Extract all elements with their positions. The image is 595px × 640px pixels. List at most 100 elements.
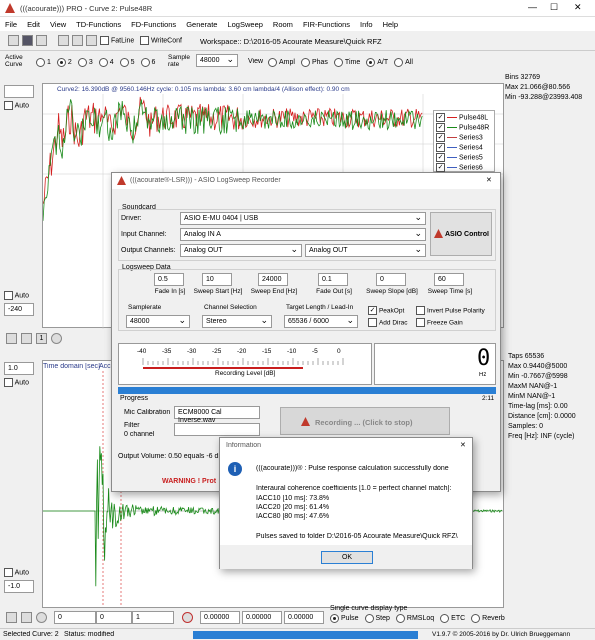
view-radio-a-t[interactable]: A/T [366,58,388,67]
range-mid-field[interactable]: 0 [96,611,132,624]
zoom-in-icon-bottom[interactable] [6,612,17,623]
right-bottom-info: Taps 65536 Max 0.9440@5000 Min -0.7667@5… [508,353,576,440]
mic-calibration-field[interactable]: ECM8000 Cal Inverse.wav [174,406,260,424]
reset-icon[interactable] [182,612,193,623]
sweep-param-field[interactable]: 24000 [258,273,288,286]
minimize-button[interactable]: — [528,2,537,12]
auto-checkbox-bottom[interactable]: Auto [4,378,29,387]
auto-checkbox-top[interactable]: Auto [4,101,29,110]
input-channel-label: Input Channel: [121,231,167,238]
delete-icon[interactable] [58,35,69,46]
menu-item-edit[interactable]: Edit [27,20,40,29]
clear-icon[interactable] [72,35,83,46]
level-scale-label: -10 [287,348,297,355]
view-label: View [248,58,264,65]
bottom-min-field[interactable]: -1.0 [4,580,34,593]
legend-item[interactable]: ✓ Pulse48R [436,123,489,132]
open-icon[interactable] [8,35,19,46]
sweep-param-field[interactable]: 0.1 [318,273,348,286]
sweep-param-field[interactable]: 10 [202,273,232,286]
legend-item[interactable]: ✓ Pulse48L [436,113,488,122]
writeconf-checkbox[interactable]: WriteConf [140,36,182,45]
value-field-2[interactable]: 0.00000 [242,611,282,624]
ok-button[interactable]: OK [321,551,373,564]
curve-radio-6[interactable]: 6 [140,58,155,67]
iacc10: IACC10 [10 ms]: 73.8% [256,495,330,502]
legend-item[interactable]: ✓ Series6 [436,163,483,172]
range-start-field[interactable]: 0 [54,611,96,624]
asio-logo-icon [434,229,443,238]
close-button[interactable]: ✕ [574,2,582,13]
target-length-select[interactable]: 65536 / 6000 [284,315,358,328]
zoom-one-button[interactable]: 1 [36,333,47,344]
sweep-param-field[interactable]: 60 [434,273,464,286]
menu-item-generate[interactable]: Generate [186,20,217,29]
display-type-pulse[interactable]: Pulse [330,614,359,623]
value-field-3[interactable]: 0.00000 [284,611,324,624]
menu-item-file[interactable]: File [5,20,17,29]
info-close-button[interactable]: ✕ [460,441,466,449]
curve-radio-5[interactable]: 5 [119,58,135,67]
curve-info: Curve2: 16.390dB @ 9560.146Hz cycle: 0.1… [57,86,350,93]
view-radio-phas[interactable]: Phas [300,58,328,67]
curve-radio-3[interactable]: 3 [77,58,93,67]
freeze-gain-checkbox[interactable]: Freeze Gain [416,318,463,327]
menu-item-help[interactable]: Help [383,20,398,29]
output-channel-2-select[interactable]: Analog OUT [305,244,426,257]
auto-checkbox-bottom-2[interactable]: Auto [4,568,29,577]
display-type-step[interactable]: Step [364,614,390,623]
bottom-max-field[interactable]: 1.0 [4,362,34,375]
display-type-rmsloq[interactable]: RMSLoq [395,614,434,623]
fatline-checkbox[interactable]: FatLine [100,36,134,45]
range-end-field[interactable]: 1 [132,611,174,624]
curve-radio-1[interactable]: 1 [36,58,51,67]
menu-item-info[interactable]: Info [360,20,373,29]
filter-field[interactable] [174,423,260,436]
sweep-param-field[interactable]: 0.5 [154,273,184,286]
legend-item[interactable]: ✓ Series4 [436,143,483,152]
driver-select[interactable]: ASIO E-MU 0404 | USB [180,212,426,225]
curve-radio-4[interactable]: 4 [98,58,114,67]
recording-stop-button[interactable]: Recording ... (Click to stop) [280,407,450,435]
zoom-in-icon[interactable] [6,333,17,344]
view-radio-ampl[interactable]: Ampl [268,58,295,67]
sweep-param-field[interactable]: 0 [376,273,406,286]
peakopt-checkbox[interactable]: ✓ PeakOpt [368,306,404,315]
legend-item[interactable]: ✓ Series5 [436,153,483,162]
channel-selection-select[interactable]: Stereo [202,315,272,328]
output-channel-1-select[interactable]: Analog OUT [180,244,302,257]
menu-item-logsweep[interactable]: LogSweep [227,20,262,29]
menu-item-room[interactable]: Room [273,20,293,29]
display-type-etc[interactable]: ETC [440,614,465,623]
value-field-1[interactable]: 0.00000 [200,611,240,624]
asio-control-button[interactable]: ASIO Control [430,212,492,256]
legend-item[interactable]: ✓ Series3 [436,133,483,142]
zoom-out-icon[interactable] [21,333,32,344]
view-radio-all[interactable]: All [394,58,413,67]
status-bar: Selected Curve: 2 Status: modified V1.9.… [0,628,595,640]
invert-polarity-checkbox[interactable]: Invert Pulse Polarity [416,306,485,315]
menu-item-fir-functions[interactable]: FIR-Functions [303,20,350,29]
input-channel-select[interactable]: Analog IN A [180,228,426,241]
auto-checkbox-top-bottom[interactable]: Auto [4,291,29,300]
copy-icon[interactable] [36,35,47,46]
window-title: (((acourate))) PRO - Curve 2: Pulse48R [20,4,153,13]
top-scale-field[interactable] [4,85,34,98]
menu-item-view[interactable]: View [50,20,66,29]
save-icon[interactable] [22,35,33,46]
menu-item-td-functions[interactable]: TD-Functions [76,20,121,29]
add-dirac-checkbox[interactable]: Add Dirac [368,318,408,327]
recorder-samplerate-select[interactable]: 48000 [126,315,190,328]
target-icon[interactable] [51,333,62,344]
view-radio-time[interactable]: Time [333,58,360,67]
menu-item-fd-functions[interactable]: FD-Functions [131,20,176,29]
display-type-reverb[interactable]: Reverb [471,614,505,623]
top-min-field[interactable]: -240 [4,303,34,316]
maximize-button[interactable]: ☐ [550,2,558,13]
sample-rate-select[interactable]: 48000 [196,54,238,67]
curve-radio-2[interactable]: 2 [56,58,72,67]
recorder-close-button[interactable]: ✕ [486,176,492,184]
zoom-out-icon-bottom[interactable] [21,612,32,623]
undo-icon[interactable] [86,35,97,46]
target-icon-bottom[interactable] [36,612,47,623]
